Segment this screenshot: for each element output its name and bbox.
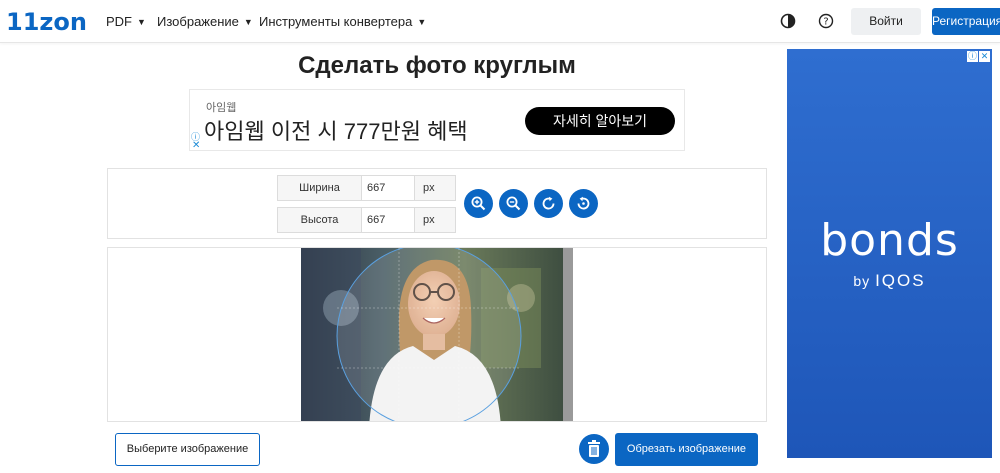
crop-controls: Ширина 667 px Высота 667 px xyxy=(107,168,767,239)
site-logo[interactable]: 11zon xyxy=(6,8,87,36)
width-unit: px xyxy=(415,176,455,200)
chevron-down-icon: ▼ xyxy=(137,17,146,27)
nav-item-converter-tools[interactable]: Инструменты конвертера ▼ xyxy=(259,14,426,29)
zoom-out-button[interactable] xyxy=(499,189,528,218)
select-image-button[interactable]: Выберите изображение xyxy=(115,433,260,466)
ad-headline: 아임웹 이전 시 777만원 혜택 xyxy=(204,119,468,144)
trash-icon xyxy=(588,440,600,457)
nav-item-image[interactable]: Изображение ▼ xyxy=(157,14,253,29)
help-icon[interactable]: ? xyxy=(818,13,834,29)
zoom-out-icon xyxy=(506,196,521,211)
nav-item-pdf[interactable]: PDF ▼ xyxy=(106,14,146,29)
height-field: Высота 667 px xyxy=(277,207,456,233)
ad-iqos-label: IQOS xyxy=(875,271,926,290)
theme-toggle-icon[interactable] xyxy=(780,13,796,29)
reset-icon xyxy=(577,196,590,210)
nav-item-label: PDF xyxy=(106,14,132,29)
page-title: Сделать фото круглым xyxy=(298,52,576,79)
width-label: Ширина xyxy=(278,176,362,200)
ad-close-icon[interactable]: ✕ xyxy=(979,51,990,62)
ad-brand: bonds xyxy=(820,215,959,266)
rotate-icon xyxy=(542,196,555,210)
chevron-down-icon: ▼ xyxy=(243,17,253,27)
ad-subbrand: by IQOS xyxy=(787,271,992,291)
ad-close-icon[interactable]: ✕ xyxy=(192,140,200,151)
top-header: 11zon PDF ▼ Изображение ▼ Инструменты конв… xyxy=(0,0,1000,43)
height-input[interactable]: 667 xyxy=(362,208,415,232)
action-bar: Выберите изображение Обрезать изображени… xyxy=(107,421,767,473)
uploaded-photo[interactable] xyxy=(301,248,573,428)
width-input[interactable]: 667 xyxy=(362,176,415,200)
ad-advertiser: 아임웹 xyxy=(206,102,237,114)
register-button[interactable]: Регистрация xyxy=(932,8,1000,35)
ad-by-label: by xyxy=(853,273,871,289)
side-ad[interactable]: ⓘ ✕ bonds by IQOS xyxy=(787,49,992,458)
nav-item-label: Изображение xyxy=(157,14,239,29)
height-unit: px xyxy=(415,208,455,232)
zoom-in-icon xyxy=(471,196,486,211)
zoom-in-button[interactable] xyxy=(464,189,493,218)
svg-text:?: ? xyxy=(823,17,828,28)
ad-banner[interactable]: 아임웹 아임웹 이전 시 777만원 혜택 자세히 알아보기 ⓘ ✕ xyxy=(189,89,685,151)
chevron-down-icon: ▼ xyxy=(417,17,427,27)
ad-cta-button[interactable]: 자세히 알아보기 xyxy=(525,107,675,135)
height-label: Высота xyxy=(278,208,362,232)
width-field: Ширина 667 px xyxy=(277,175,456,201)
ad-info-icon[interactable]: ⓘ xyxy=(967,51,978,62)
nav-item-label: Инструменты конвертера xyxy=(259,14,413,29)
rotate-button[interactable] xyxy=(534,189,563,218)
crop-image-button[interactable]: Обрезать изображение xyxy=(615,433,758,466)
delete-button[interactable] xyxy=(579,434,609,464)
reset-button[interactable] xyxy=(569,189,598,218)
login-button[interactable]: Войти xyxy=(851,8,921,35)
